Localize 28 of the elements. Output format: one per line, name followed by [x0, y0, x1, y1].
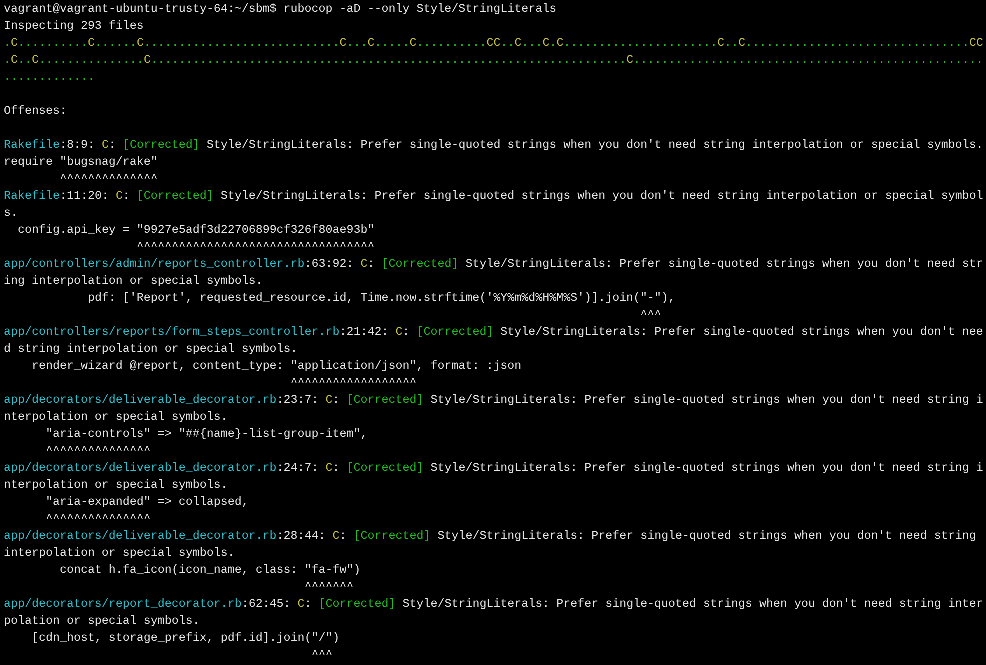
caret-marker: ^^^^^^^^^^^^^^^^^^: [290, 375, 418, 392]
offense-message: Rakefile:11:20: C: [Corrected] Style/StringLiterals: Prefer single-quoted strings when you don't need string interpolation or special symbols.: [4, 188, 984, 222]
code-line: "aria-controls" => "##{name}-list-group-item",: [44, 426, 369, 443]
code-line: config.api_key = "9927e5adf3d22706899cf326f80ae93b": [17, 222, 376, 239]
caret-marker: ^^^: [640, 307, 663, 324]
code-line: [cdn_host, storage_prefix, pdf.id].join("/"): [30, 630, 341, 647]
offense-message: app/decorators/report_decorator.rb:62:45: C: [Corrected] Style/StringLiterals: Prefer single-quoted strings when you don't need string interpolation or special symbols.: [4, 596, 984, 630]
command-line: vagrant@vagrant-ubuntu-trusty-64:~/sbm$ rubocop -aD --only Style/StringLiterals: [4, 1, 558, 18]
code-line: render_wizard @report, content_type: "application/json", format: :json: [30, 358, 523, 375]
caret-marker: ^^^^^^^: [304, 579, 355, 596]
caret-marker: ^^^^^^^^^^^^^^: [58, 171, 159, 188]
offense-message: app/controllers/reports/form_steps_controller.rb:21:42: C: [Corrected] Style/StringLiterals: Prefer single-quoted strings when you don't need string interpolation or special symbols.: [4, 324, 984, 358]
caret-marker: ^^^^^^^^^^^^^^^^^^^^^^^^^^^^^^^^^^: [136, 239, 376, 256]
code-line: "aria-expanded" => collapsed,: [44, 494, 250, 511]
offense-message: app/decorators/deliverable_decorator.rb:23:7: C: [Corrected] Style/StringLiterals: Prefer single-quoted strings when you don't need string interpolation or special symbols.: [4, 392, 984, 426]
caret-marker: ^^^: [310, 647, 334, 664]
progress-dots: .C..........C......C............................C...C.....C..........CC..C...C.C......................C..C................................CC .C..C...............C....................................................................C...............................................................: [4, 35, 984, 86]
offense-message: app/decorators/deliverable_decorator.rb:28:44: C: [Corrected] Style/StringLiterals: Prefer single-quoted strings when you don't need string interpolation or special symbols.: [4, 528, 978, 562]
code-line: pdf: ['Report', requested_resource.id, Time.now.strftime('%Y%m%d%H%M%S')].join("-"),: [86, 290, 677, 307]
code-line: concat h.fa_icon(icon_name, class: "fa-fw"): [58, 562, 362, 579]
code-line: require "bugsnag/rake": [4, 154, 159, 171]
caret-marker: ^^^^^^^^^^^^^^^: [44, 511, 152, 528]
offense-message: app/decorators/deliverable_decorator.rb:24:7: C: [Corrected] Style/StringLiterals: Prefer single-quoted strings when you don't need string interpolation or special symbols.: [4, 460, 984, 494]
offense-message: app/controllers/admin/reports_controller.rb:63:92: C: [Corrected] Style/StringLiterals: Prefer single-quoted strings when you don't need string interpolation or special symbols.: [4, 256, 984, 290]
offense-message: Rakefile:8:9: C: [Corrected] Style/StringLiterals: Prefer single-quoted strings when you don't need string interpolation or special symbols.: [4, 137, 984, 154]
status-text: Inspecting 293 files: [4, 18, 145, 35]
section-heading: Offenses:: [4, 103, 68, 120]
caret-marker: ^^^^^^^^^^^^^^^: [44, 443, 152, 460]
